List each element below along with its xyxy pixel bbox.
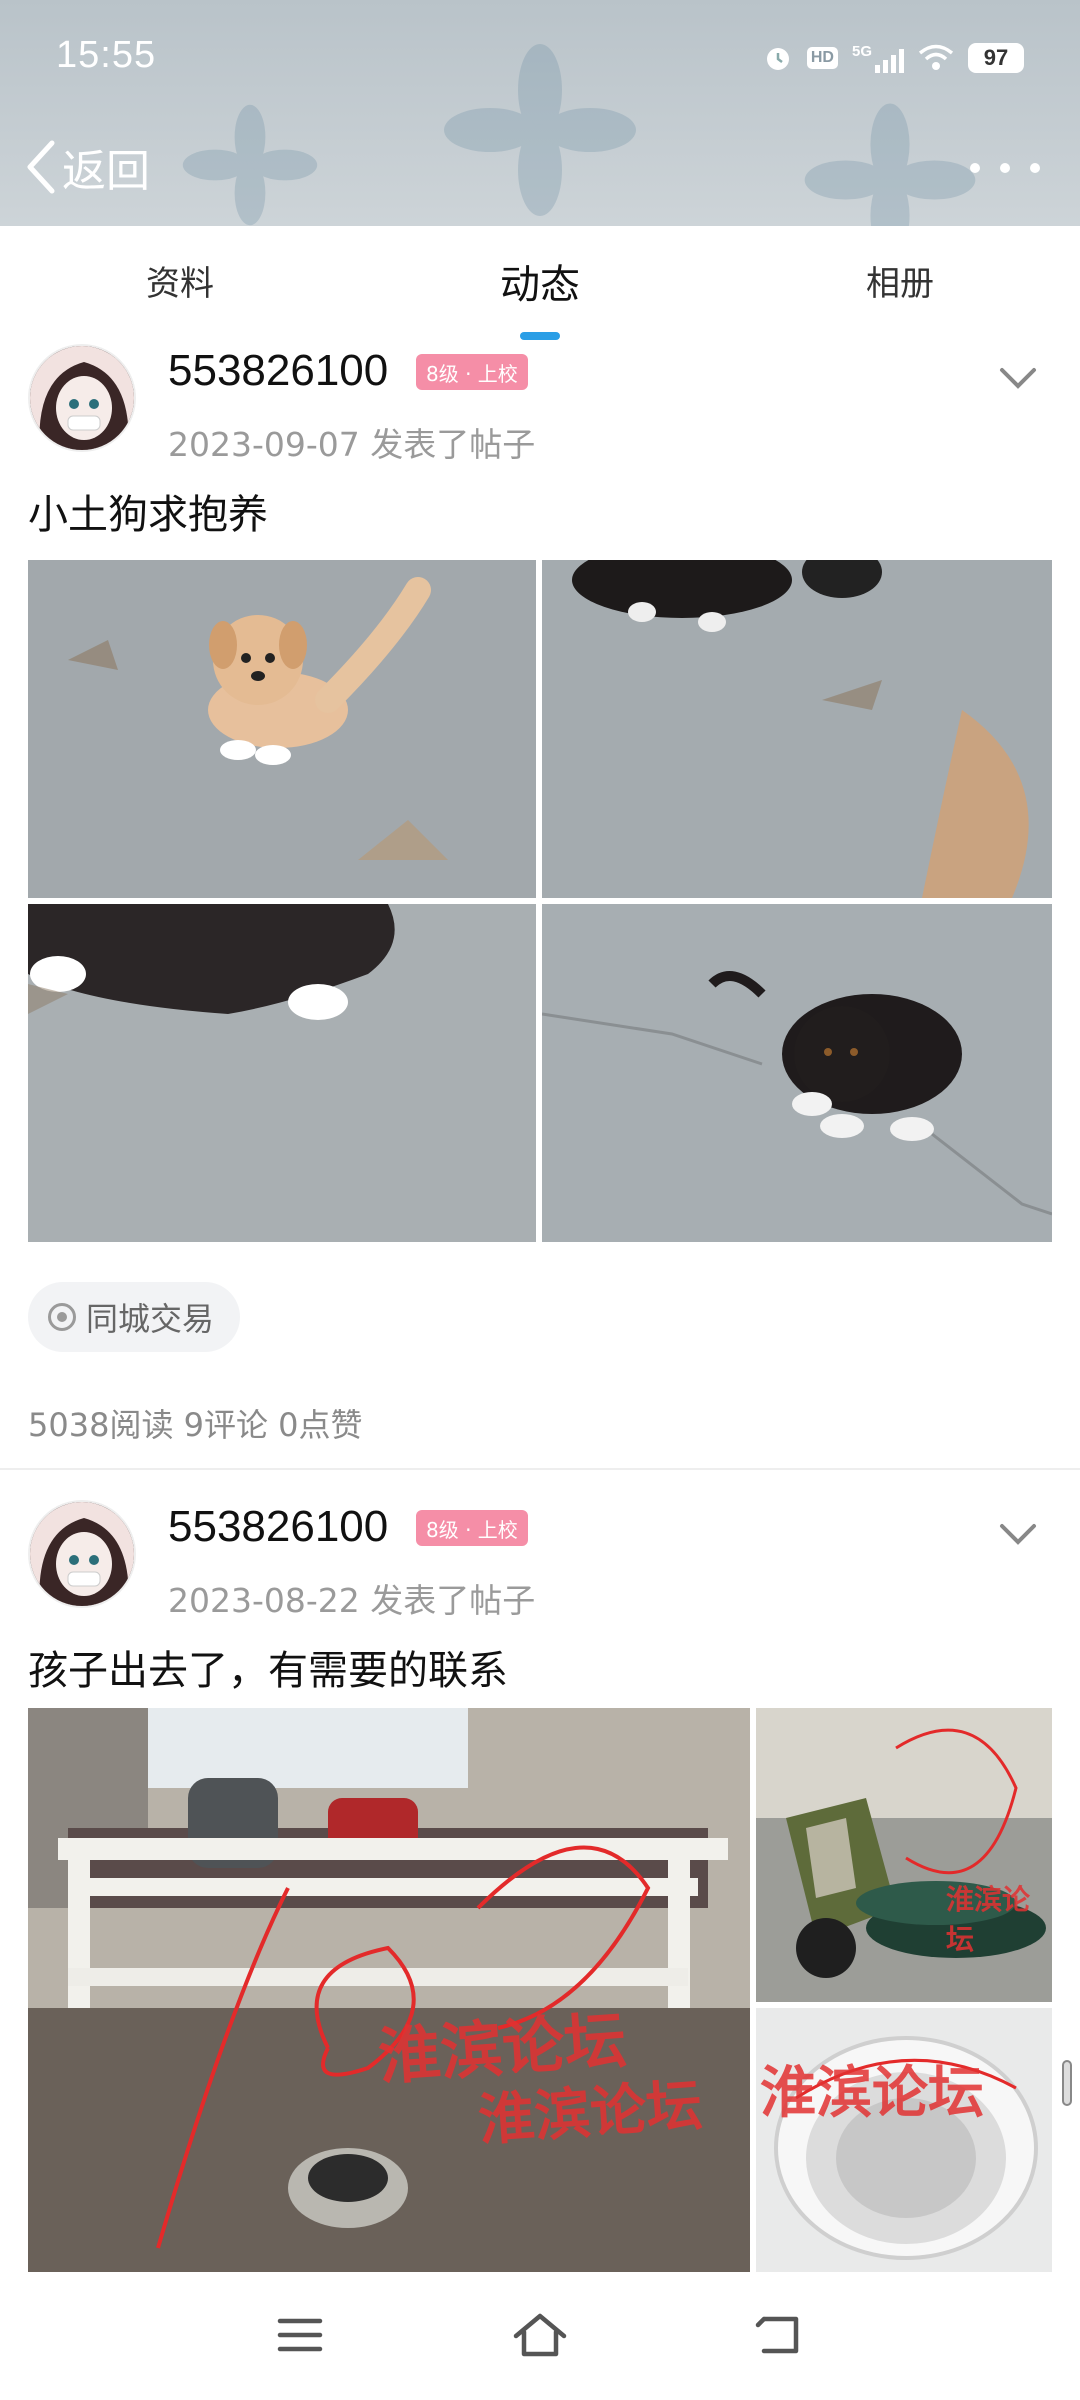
location-target-icon (48, 1303, 76, 1331)
level-badge: 8级 · 上校 (416, 1510, 528, 1546)
battery-indicator: 97 (968, 43, 1024, 73)
post-title[interactable]: 孩子出去了，有需要的联系 (28, 1638, 508, 1696)
system-back-button[interactable] (740, 2300, 820, 2370)
menu-icon (277, 2318, 323, 2352)
more-dot (1000, 163, 1010, 173)
avatar[interactable] (28, 344, 136, 452)
home-icon (513, 2313, 567, 2357)
home-button[interactable] (500, 2300, 580, 2370)
topic-tag-label: 同城交易 (86, 1300, 215, 1338)
post-stats: 5038阅读 9评论 0点赞 (28, 1406, 363, 1444)
more-options-button[interactable] (970, 140, 1040, 196)
puppy-photo (542, 560, 1052, 898)
post-image[interactable]: 淮滨论坛 (756, 1708, 1052, 2002)
status-icons: HD 5G 97 (763, 38, 1024, 78)
tab-profile[interactable]: 资料 (80, 256, 280, 305)
puppy-photo (28, 904, 536, 1242)
post-title[interactable]: 小土狗求抱养 (28, 482, 268, 540)
post-image[interactable]: 淮滨论坛 (756, 2008, 1052, 2272)
scrollbar-thumb[interactable] (1062, 2060, 1072, 2106)
post-card[interactable]: 553826100 8级 · 上校 2023-08-22 发表了帖子 孩子出去了… (0, 1500, 1080, 2272)
profile-page: 15:55 HD 5G 97 返回 资料 动态 相册 553826100 8级 … (0, 0, 1080, 2400)
hd-icon: HD (806, 47, 838, 69)
nav-bar: 返回 (0, 110, 1080, 226)
post-image[interactable] (28, 904, 536, 1242)
puppy-photo (28, 560, 536, 898)
puppy-photo (542, 904, 1052, 1242)
back-chevron-icon (27, 140, 55, 194)
5g-signal-icon: 5G (852, 43, 904, 73)
status-time: 15:55 (56, 34, 157, 76)
post-image[interactable] (28, 560, 536, 898)
post-card[interactable]: 553826100 8级 · 上校 2023-09-07 发表了帖子 小土狗求抱… (0, 344, 1080, 1468)
post-image[interactable] (542, 560, 1052, 898)
watermark: 淮滨论坛 (760, 2060, 984, 2126)
avatar-image (30, 1502, 134, 1606)
status-bar: 15:55 HD 5G 97 (0, 0, 1080, 110)
watermark: 淮滨论坛 (476, 2072, 705, 2154)
avatar[interactable] (28, 1500, 136, 1608)
post-date: 2023-08-22 发表了帖子 (168, 1581, 536, 1620)
bunk-bed-photo (28, 1708, 750, 2272)
post-divider (0, 1468, 1080, 1470)
tab-posts[interactable]: 动态 (440, 252, 640, 310)
menu-button[interactable] (260, 2300, 340, 2370)
back-button[interactable]: 返回 (24, 132, 150, 202)
system-nav-bar (0, 2272, 1080, 2400)
tab-album[interactable]: 相册 (800, 256, 1000, 305)
post-date: 2023-09-07 发表了帖子 (168, 425, 536, 464)
avatar-image (30, 346, 134, 450)
back-label: 返回 (62, 146, 150, 197)
alarm-icon (766, 48, 789, 70)
chevron-down-icon[interactable] (996, 356, 1040, 400)
level-badge: 8级 · 上校 (416, 354, 528, 390)
chevron-down-icon[interactable] (996, 1512, 1040, 1556)
profile-tabs: 资料 动态 相册 (0, 226, 1080, 344)
post-image[interactable]: 淮滨论坛 淮滨论坛 (28, 1708, 750, 2272)
post-image[interactable] (542, 904, 1052, 1242)
profile-header: 15:55 HD 5G 97 返回 (0, 0, 1080, 226)
watermark: 淮滨论坛 (946, 1883, 1031, 1956)
post-username[interactable]: 553826100 (168, 346, 388, 396)
topic-tag[interactable]: 同城交易 (28, 1282, 241, 1352)
more-dot (1030, 163, 1040, 173)
back-icon (755, 2316, 799, 2354)
post-username[interactable]: 553826100 (168, 1502, 388, 1552)
more-dots-icon (970, 163, 980, 173)
wifi-icon (918, 44, 954, 70)
active-tab-indicator (520, 332, 560, 340)
